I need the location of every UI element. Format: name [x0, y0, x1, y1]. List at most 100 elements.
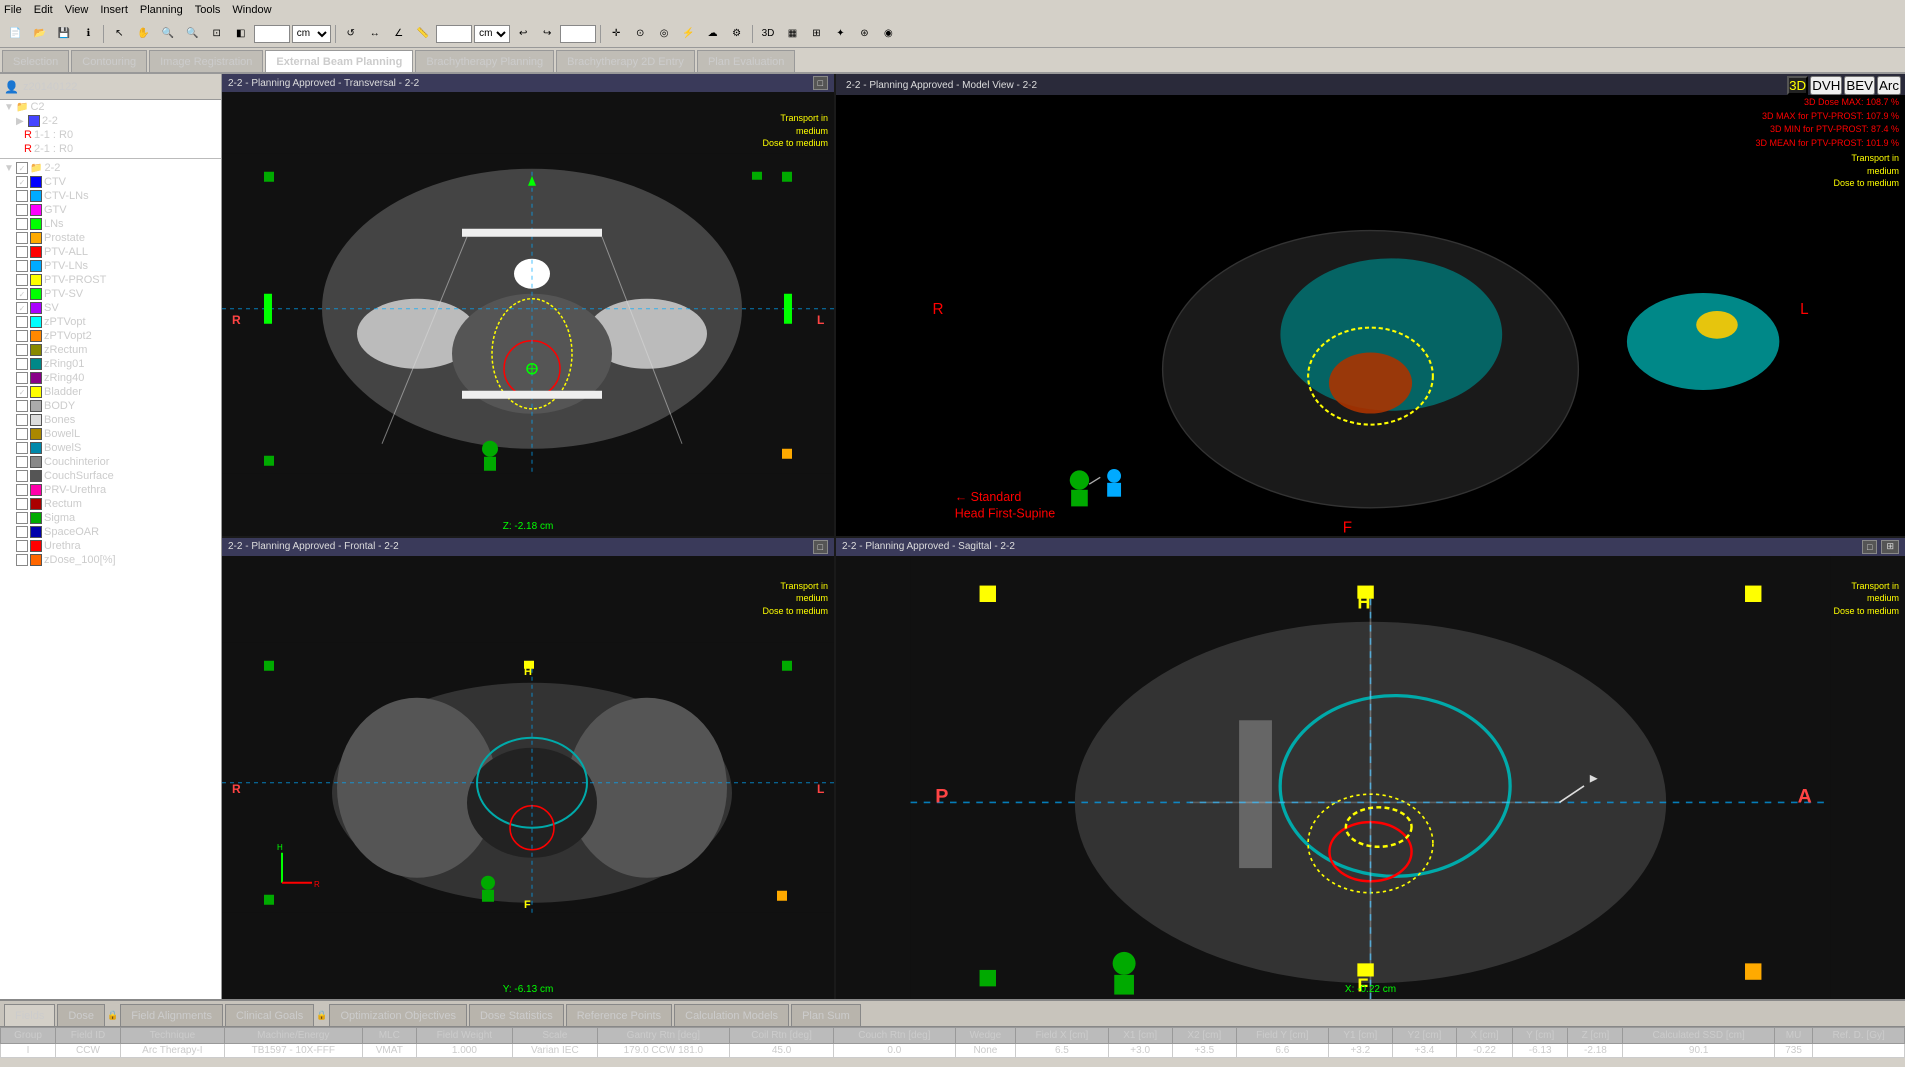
tab-calculation-models[interactable]: Calculation Models: [674, 1004, 789, 1026]
tree-item-zptv-opt[interactable]: zPTVopt: [0, 315, 221, 329]
redo-button[interactable]: ↪: [536, 23, 558, 45]
cb-sv[interactable]: ✓: [16, 302, 28, 314]
tree-item-ctv[interactable]: ✓ CTV: [0, 175, 221, 189]
rotate-button[interactable]: ↺: [340, 23, 362, 45]
fit-button[interactable]: ⊡: [206, 23, 228, 45]
tree-item-zring01[interactable]: zRing01: [0, 357, 221, 371]
cb-couch-surface[interactable]: [16, 470, 28, 482]
tree-item-couch-interior[interactable]: Couchinterior: [0, 455, 221, 469]
cb-ptv-lns[interactable]: [16, 260, 28, 272]
expand-icon[interactable]: ▼: [4, 102, 14, 113]
open-button[interactable]: 📂: [28, 23, 50, 45]
cb-ptv-all[interactable]: [16, 246, 28, 258]
tree-item-body[interactable]: BODY: [0, 399, 221, 413]
zoom-out-button[interactable]: 🔍: [181, 23, 203, 45]
tab-field-alignments[interactable]: Field Alignments: [120, 1004, 223, 1026]
cb-prv-urethra[interactable]: [16, 484, 28, 496]
tree-item-zring40[interactable]: zRing40: [0, 371, 221, 385]
tree-item-c2[interactable]: ▼ 📁 C2: [0, 100, 221, 114]
pan-button[interactable]: ✋: [132, 23, 154, 45]
angle-button[interactable]: ∠: [388, 23, 410, 45]
cm-input-2[interactable]: 2.0: [436, 25, 472, 43]
tree-item-prv-urethra[interactable]: PRV-Urethra: [0, 483, 221, 497]
cb-ptv-sv[interactable]: ✓: [16, 288, 28, 300]
cb-rectum[interactable]: [16, 498, 28, 510]
iso-button[interactable]: ◎: [653, 23, 675, 45]
save-button[interactable]: 💾: [53, 23, 75, 45]
tab-plan-sum[interactable]: Plan Sum: [791, 1004, 861, 1026]
tree-item-21-r0[interactable]: R 2-1 : R0: [0, 142, 221, 156]
tree-item-bowel-s[interactable]: BowelS: [0, 441, 221, 455]
tree-item-sv[interactable]: ✓ SV: [0, 301, 221, 315]
cb-zptv-opt2[interactable]: [16, 330, 28, 342]
cb-couch-interior[interactable]: [16, 456, 28, 468]
measure-button[interactable]: 📏: [412, 23, 434, 45]
tree-item-ctv-lns[interactable]: CTV-LNs: [0, 189, 221, 203]
tab-image-registration[interactable]: Image Registration: [149, 50, 263, 72]
extra3-button[interactable]: ◉: [877, 23, 899, 45]
menu-tools[interactable]: Tools: [195, 4, 221, 16]
tab-optimization-objectives[interactable]: Optimization Objectives: [329, 1004, 467, 1026]
tab-3d[interactable]: 3D: [1787, 76, 1808, 95]
tree-item-gtv[interactable]: GTV: [0, 203, 221, 217]
expand-icon-2[interactable]: ▼: [4, 163, 14, 174]
tree-item-urethra[interactable]: Urethra: [0, 539, 221, 553]
cb-zrectum[interactable]: [16, 344, 28, 356]
menu-edit[interactable]: Edit: [34, 4, 53, 16]
tab-brachytherapy-2d-entry[interactable]: Brachytherapy 2D Entry: [556, 50, 695, 72]
tree-item-space-oar[interactable]: SpaceOAR: [0, 525, 221, 539]
tab-brachytherapy-planning[interactable]: Brachytherapy Planning: [415, 50, 554, 72]
cb-gtv[interactable]: [16, 204, 28, 216]
dosecloud-button[interactable]: ☁: [702, 23, 724, 45]
zoom-in-button[interactable]: 🔍: [157, 23, 179, 45]
tab-fields[interactable]: Fields: [4, 1004, 55, 1026]
tab-external-beam-planning[interactable]: External Beam Planning: [265, 50, 413, 72]
cb-prostate[interactable]: [16, 232, 28, 244]
cb-zptv-opt[interactable]: [16, 316, 28, 328]
table-row[interactable]: I CCW Arc Therapy-I TB1597 - 10X-FFF VMA…: [1, 1044, 1905, 1058]
tree-item-11-r0[interactable]: R 1-1 : R0: [0, 128, 221, 142]
tab-dvh[interactable]: DVH: [1810, 76, 1842, 95]
menu-insert[interactable]: Insert: [100, 4, 128, 16]
unit-select-2[interactable]: cm: [474, 25, 510, 43]
tab-clinical-goals[interactable]: Clinical Goals: [225, 1004, 314, 1026]
tab-arc[interactable]: Arc: [1877, 76, 1901, 95]
tree-item-22-plan[interactable]: ▶ 2-2: [0, 114, 221, 128]
undo-button[interactable]: ↩: [512, 23, 534, 45]
cb-ctv-lns[interactable]: [16, 190, 28, 202]
cb-space-oar[interactable]: [16, 526, 28, 538]
viewport-transversal[interactable]: 2-2 - Planning Approved - Transversal - …: [222, 74, 834, 536]
menu-file[interactable]: File: [4, 4, 22, 16]
tab-dose[interactable]: Dose: [57, 1004, 105, 1026]
vp-maximize-sagittal[interactable]: □: [1862, 540, 1877, 554]
tab-plan-evaluation[interactable]: Plan Evaluation: [697, 50, 795, 72]
crosshair-button[interactable]: ✛: [605, 23, 627, 45]
cb-ctv[interactable]: ✓: [16, 176, 28, 188]
tab-reference-points[interactable]: Reference Points: [566, 1004, 672, 1026]
cb-zdose-100[interactable]: [16, 554, 28, 566]
tree-item-ptv-all[interactable]: PTV-ALL: [0, 245, 221, 259]
cb-zring40[interactable]: [16, 372, 28, 384]
disp-button[interactable]: ⊞: [805, 23, 827, 45]
menu-view[interactable]: View: [65, 4, 89, 16]
tree-item-bowel-l[interactable]: BowelL: [0, 427, 221, 441]
extra2-button[interactable]: ⊛: [853, 23, 875, 45]
viewport-3d[interactable]: 2-2 - Planning Approved - Model View - 2…: [836, 74, 1905, 536]
cm-input-1[interactable]: 2.0: [254, 25, 290, 43]
tab-contouring[interactable]: Contouring: [71, 50, 147, 72]
beam-button[interactable]: ⚡: [677, 23, 699, 45]
flip-button[interactable]: ↔: [364, 23, 386, 45]
cb-ptv-prost[interactable]: [16, 274, 28, 286]
tree-item-zptv-opt2[interactable]: zPTVopt2: [0, 329, 221, 343]
checkbox-22[interactable]: ✓: [16, 162, 28, 174]
cb-bones[interactable]: [16, 414, 28, 426]
new-button[interactable]: 📄: [4, 23, 26, 45]
tree-item-couch-surface[interactable]: CouchSurface: [0, 469, 221, 483]
viewport-sagittal[interactable]: 2-2 - Planning Approved - Sagittal - 2-2…: [836, 538, 1905, 1000]
tab-dose-statistics[interactable]: Dose Statistics: [469, 1004, 564, 1026]
info-button[interactable]: ℹ: [77, 23, 99, 45]
tools-button[interactable]: ⚙: [726, 23, 748, 45]
cb-sigma[interactable]: [16, 512, 28, 524]
vp-expand-sagittal[interactable]: ⊞: [1881, 540, 1899, 554]
extra1-button[interactable]: ✦: [829, 23, 851, 45]
